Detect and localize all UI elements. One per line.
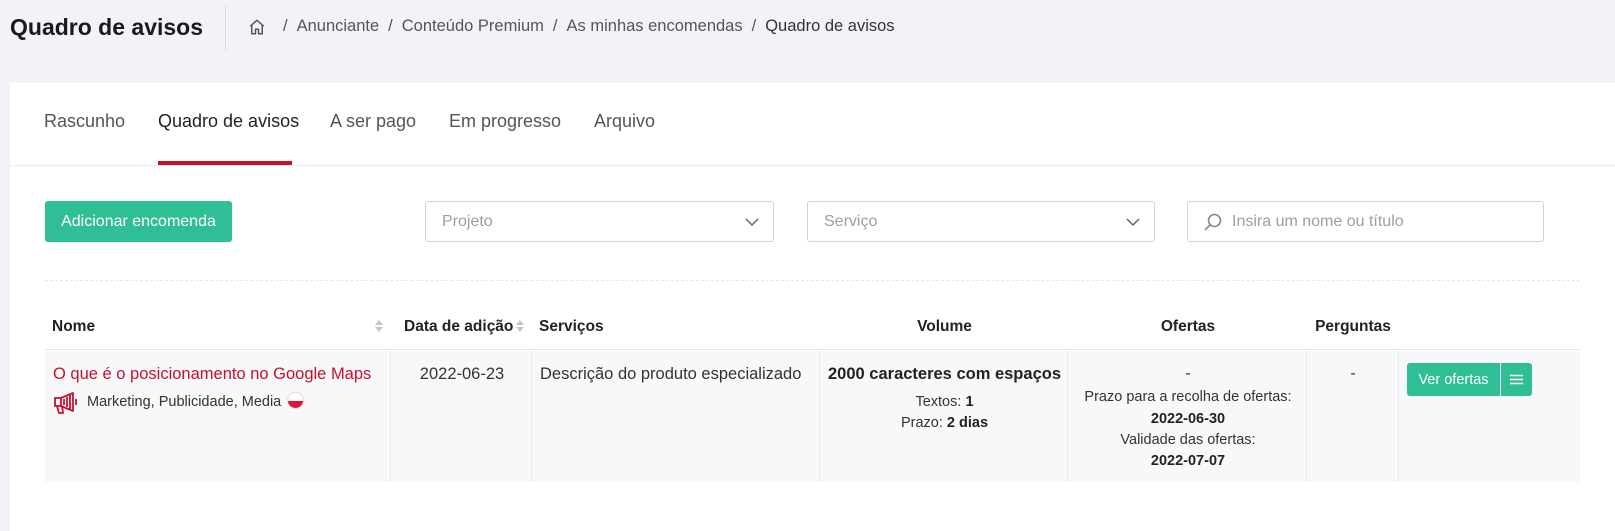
home-icon[interactable] [248,18,266,36]
deadline: Prazo: 2 dias [821,415,1068,431]
breadcrumb-minhas-encomendas[interactable]: As minhas encomendas [567,17,743,36]
category-label: Marketing, Publicidade, Media [87,394,282,410]
divider [45,280,1580,281]
active-tab-indicator [158,161,292,165]
breadcrumb-separator: / [283,17,288,35]
poland-flag-icon [287,392,304,409]
add-order-button[interactable]: Adicionar encomenda [45,201,232,242]
questions-count: - [1350,365,1356,382]
cell-divider [819,351,820,482]
title-divider [225,6,226,50]
project-select[interactable]: Projeto [425,201,774,242]
column-header-ofertas: Ofertas [1160,318,1216,335]
megaphone-icon [54,392,77,414]
search-box [1187,201,1544,242]
texts-label: Textos: [915,394,962,410]
orders-card: Rascunho Quadro de avisos A ser pago Em … [10,83,1615,531]
tab-quadro-de-avisos[interactable]: Quadro de avisos [158,111,299,132]
breadcrumb-separator: / [388,17,393,35]
service-select-placeholder: Serviço [824,213,878,230]
volume-value: 2000 caracteres com espaços [828,365,1061,383]
sort-icon[interactable] [515,319,525,333]
view-offers-button[interactable]: Ver ofertas [1407,363,1500,396]
service-name: Descrição do produto especializado [540,365,802,383]
tab-em-progresso[interactable]: Em progresso [449,111,561,132]
breadcrumb-anunciante[interactable]: Anunciante [297,17,380,36]
column-header-servicos: Serviços [539,318,604,335]
tab-arquivo[interactable]: Arquivo [594,111,655,132]
tab-a-ser-pago[interactable]: A ser pago [330,111,416,132]
offers-collect-date: 2022-06-30 [1150,411,1226,427]
cell-divider [390,351,391,482]
offers-count: - [1185,365,1191,382]
service-select[interactable]: Serviço [807,201,1155,242]
texts-count: Textos: 1 [821,394,1068,410]
deadline-label: Prazo: [900,415,943,431]
search-input[interactable] [1232,210,1532,234]
column-header-perguntas: Perguntas [1315,318,1391,335]
column-header-data[interactable]: Data de adição [404,318,513,336]
chevron-down-icon [1126,218,1140,227]
table-row: O que é o posicionamento no Google Maps … [45,351,1580,482]
page-title: Quadro de avisos [10,14,204,40]
breadcrumb-conteudo-premium[interactable]: Conteúdo Premium [402,17,544,36]
sort-icon[interactable] [374,319,384,333]
breadcrumb-quadro-de-avisos: Quadro de avisos [765,17,895,35]
deadline-value: 2 dias [946,415,989,431]
chevron-down-icon [745,218,759,227]
breadcrumb: / Anunciante / Conteúdo Premium / As min… [248,17,895,36]
tab-rascunho[interactable]: Rascunho [44,111,125,132]
offers-valid-date: 2022-07-07 [1150,453,1226,469]
search-icon [1204,213,1222,231]
tab-bar: Rascunho Quadro de avisos A ser pago Em … [10,83,1615,166]
cell-divider [531,351,532,482]
order-name-link[interactable]: O que é o posicionamento no Google Maps [53,365,371,384]
offers-collect-label: Prazo para a recolha de ofertas: [1084,389,1292,405]
texts-value: 1 [965,394,974,410]
column-header-volume: Volume [917,318,972,335]
column-header-nome[interactable]: Nome [52,318,95,336]
topbar: Quadro de avisos / Anunciante / Conteúdo… [0,0,1615,60]
breadcrumb-separator: / [552,17,558,35]
project-select-placeholder: Projeto [442,213,493,230]
offers-valid-label: Validade das ofertas: [1120,432,1256,448]
hamburger-icon [1510,374,1523,385]
date-added: 2022-06-23 [419,365,505,383]
table-header: Nome Data de adição Serviços Volume Ofer… [45,310,1580,350]
breadcrumb-separator: / [751,17,757,35]
row-menu-button[interactable] [1501,363,1532,396]
